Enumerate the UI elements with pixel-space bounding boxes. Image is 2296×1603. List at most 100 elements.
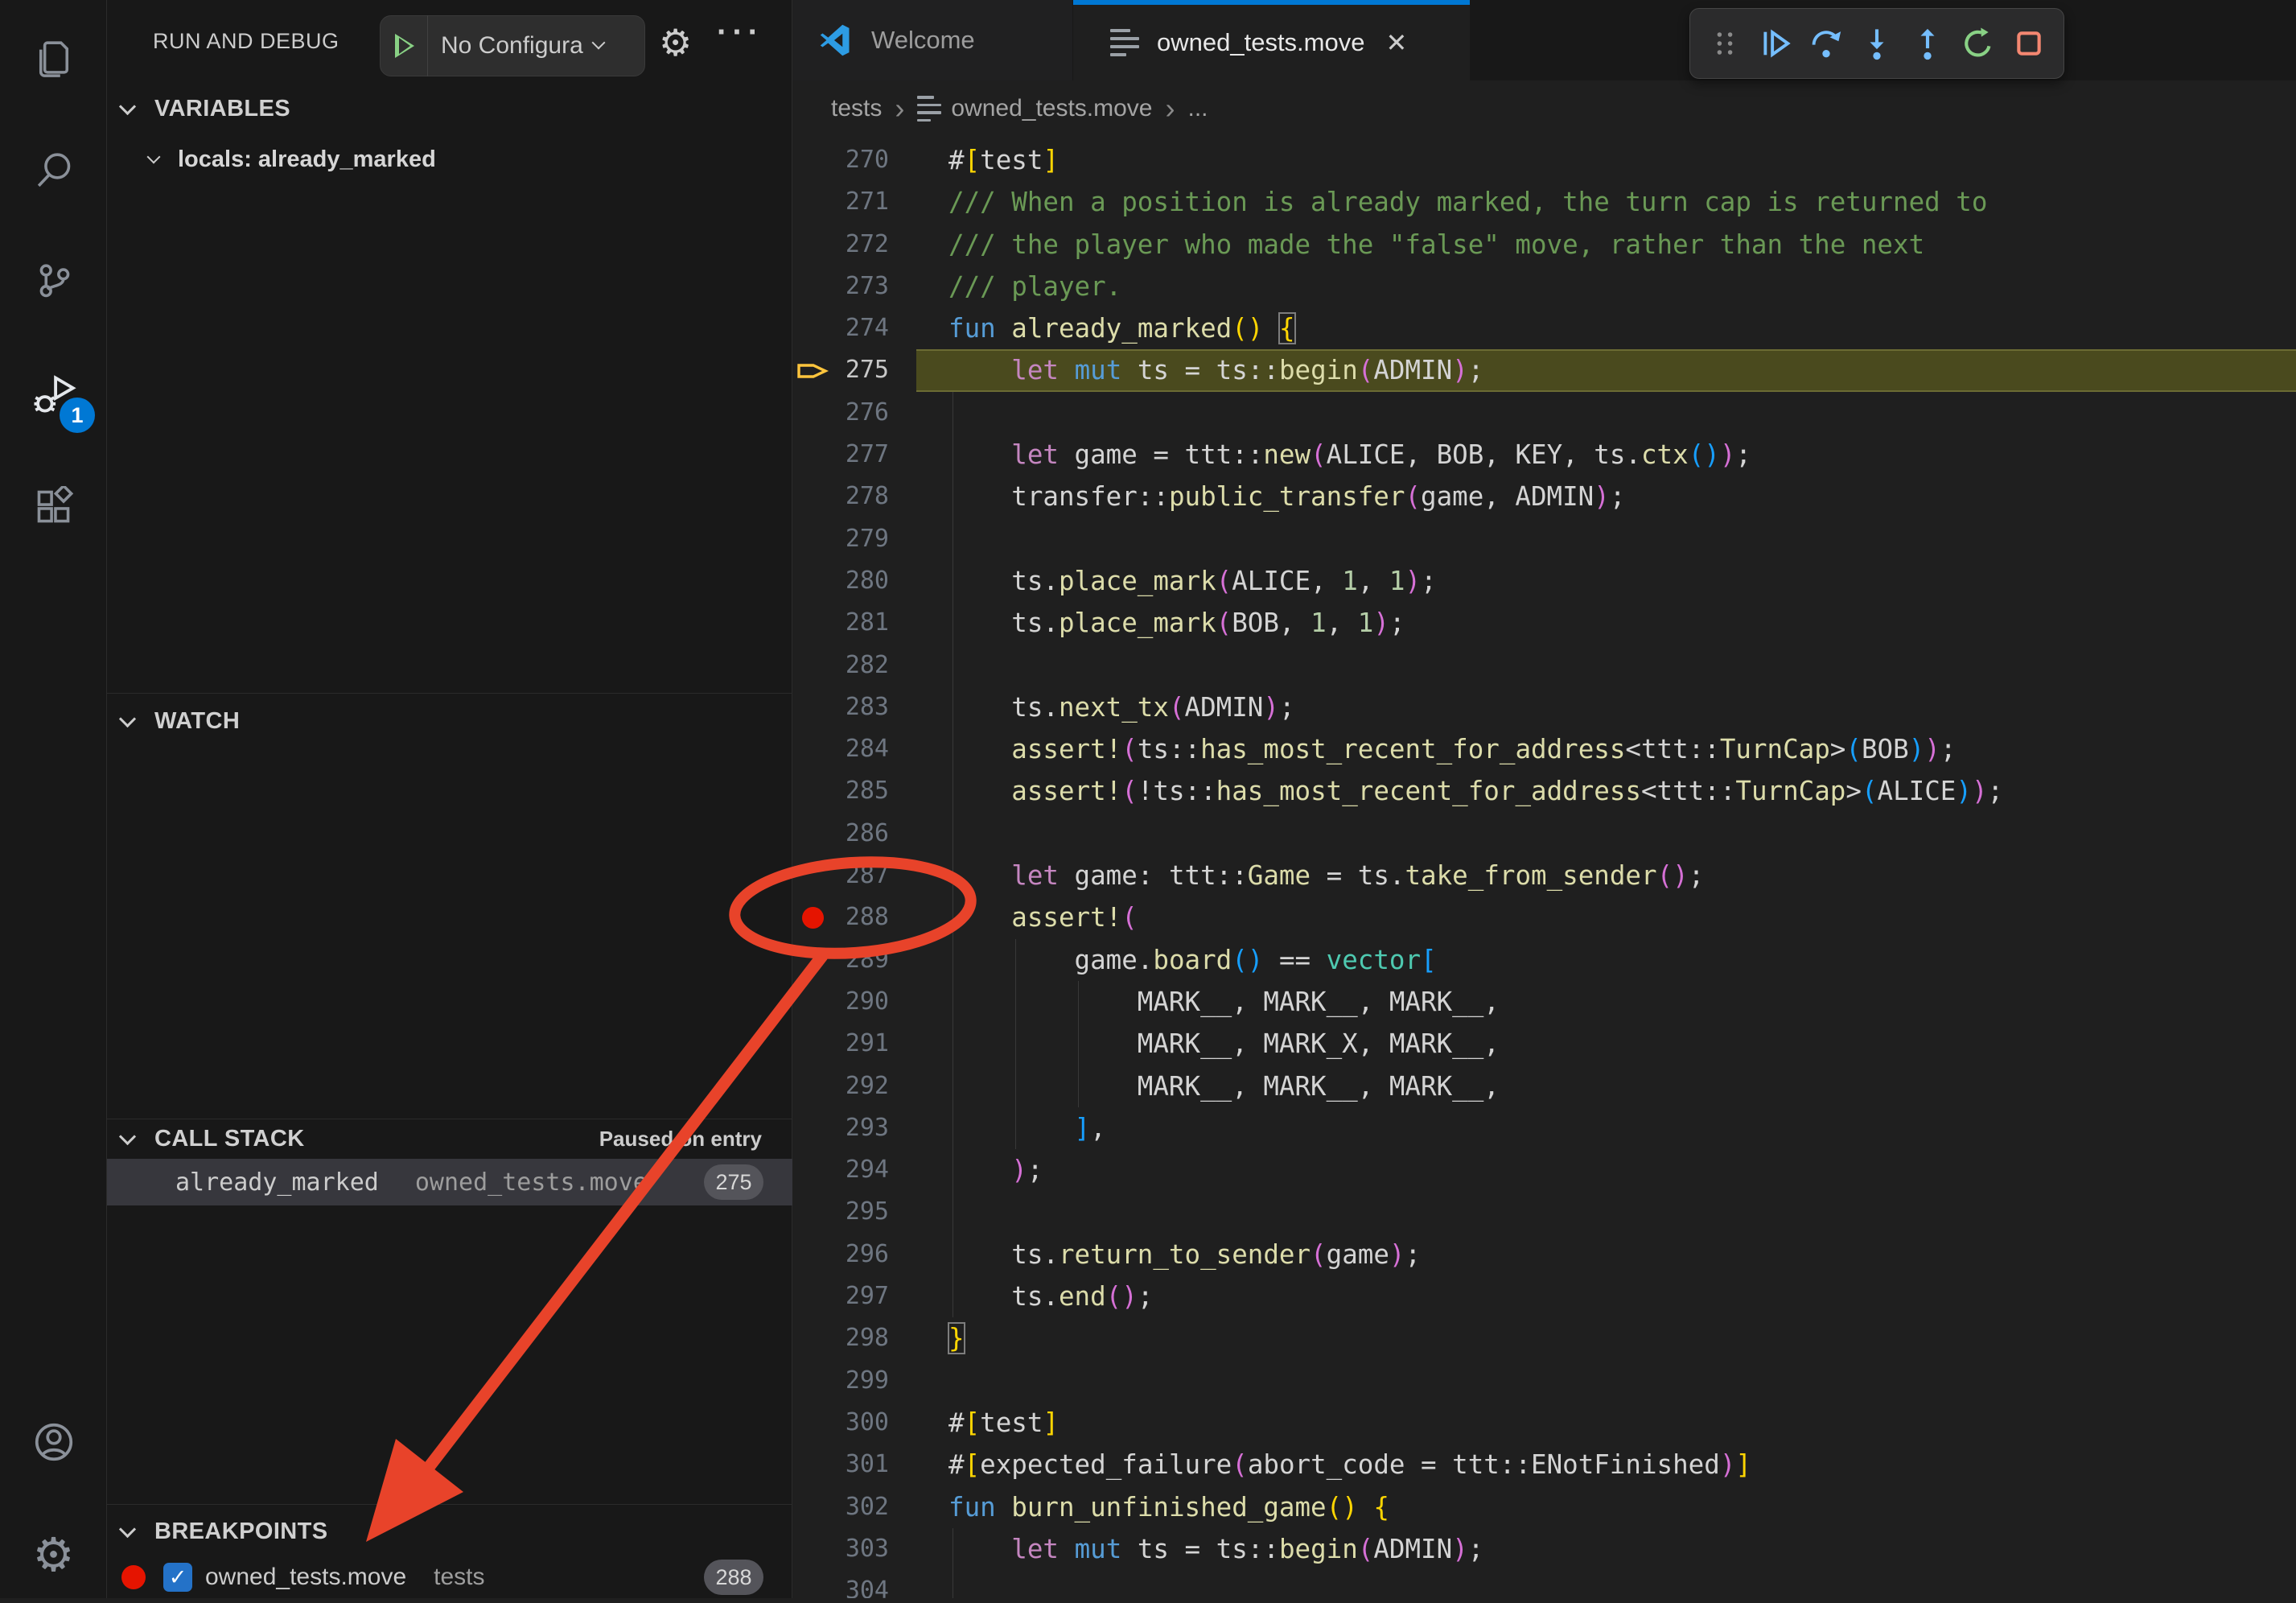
line-gutter[interactable]: 274	[792, 307, 916, 349]
search-icon[interactable]	[0, 122, 107, 219]
code-text[interactable]: }	[916, 1317, 2296, 1359]
line-gutter[interactable]: 302	[792, 1486, 916, 1528]
watch-section-header[interactable]: WATCH	[107, 699, 792, 743]
code-text[interactable]: ts.place_mark(BOB, 1, 1);	[916, 602, 2296, 644]
code-text[interactable]: assert!(	[916, 896, 2296, 938]
line-gutter[interactable]: 283	[792, 686, 916, 728]
breakpoint-list-item[interactable]: ✓ owned_tests.move tests 288	[107, 1556, 792, 1598]
line-gutter[interactable]: 284	[792, 728, 916, 770]
code-text[interactable]	[916, 1570, 2296, 1598]
line-gutter[interactable]: 303	[792, 1528, 916, 1570]
line-gutter[interactable]: 299	[792, 1360, 916, 1402]
line-gutter[interactable]: 279	[792, 518, 916, 560]
line-gutter[interactable]: 286	[792, 813, 916, 855]
more-actions-icon[interactable]: ···	[717, 14, 763, 51]
current-execution-line[interactable]: let mut ts = ts::begin(ADMIN);	[916, 349, 2296, 391]
restart-button[interactable]	[1956, 11, 2002, 76]
line-gutter[interactable]: 275	[792, 349, 916, 391]
code-text[interactable]: /// the player who made the "false" move…	[916, 224, 2296, 266]
line-gutter[interactable]: 280	[792, 560, 916, 602]
code-text[interactable]: ts.next_tx(ADMIN);	[916, 686, 2296, 728]
line-gutter[interactable]: 292	[792, 1065, 916, 1107]
settings-gear-icon[interactable]: ⚙	[0, 1506, 107, 1603]
locals-scope-row[interactable]: locals: already_marked	[107, 138, 792, 180]
breakpoint-checkbox[interactable]: ✓	[163, 1563, 192, 1592]
code-text[interactable]: let mut ts = ts::begin(ADMIN);	[916, 1528, 2296, 1570]
code-text[interactable]	[916, 1360, 2296, 1402]
close-icon[interactable]: ✕	[1385, 27, 1407, 58]
line-gutter[interactable]: 273	[792, 266, 916, 307]
line-gutter[interactable]: 271	[792, 181, 916, 223]
debug-settings-gear-icon[interactable]: ⚙	[659, 21, 692, 64]
code-text[interactable]: fun already_marked() {	[916, 307, 2296, 349]
continue-button[interactable]	[1752, 11, 1798, 76]
code-text[interactable]: ts.return_to_sender(game);	[916, 1234, 2296, 1275]
explorer-icon[interactable]	[0, 10, 107, 106]
line-gutter[interactable]: 296	[792, 1234, 916, 1275]
line-gutter[interactable]: 304	[792, 1570, 916, 1598]
line-gutter[interactable]: 287	[792, 855, 916, 896]
code-text[interactable]: transfer::public_transfer(game, ADMIN);	[916, 476, 2296, 517]
line-gutter[interactable]: 300	[792, 1402, 916, 1444]
line-gutter[interactable]: 290	[792, 981, 916, 1023]
line-gutter[interactable]: 276	[792, 392, 916, 434]
code-text[interactable]	[916, 813, 2296, 855]
code-text[interactable]	[916, 392, 2296, 434]
code-text[interactable]: assert!(!ts::has_most_recent_for_address…	[916, 770, 2296, 812]
account-icon[interactable]	[0, 1394, 107, 1490]
step-into-button[interactable]	[1854, 11, 1899, 76]
code-text[interactable]: #[test]	[916, 1402, 2296, 1444]
line-gutter[interactable]: 295	[792, 1191, 916, 1233]
breadcrumb-item-symbol[interactable]: ...	[1188, 95, 1208, 122]
code-text[interactable]: #[expected_failure(abort_code = ttt::ENo…	[916, 1444, 2296, 1486]
code-text[interactable]: MARK__, MARK__, MARK__,	[916, 1065, 2296, 1107]
code-text[interactable]	[916, 518, 2296, 560]
code-text[interactable]	[916, 1191, 2296, 1233]
line-gutter[interactable]: 293	[792, 1107, 916, 1149]
step-out-button[interactable]	[1905, 11, 1951, 76]
code-text[interactable]: /// player.	[916, 266, 2296, 307]
stop-button[interactable]	[2006, 11, 2052, 76]
line-gutter[interactable]: 288	[792, 896, 916, 938]
line-gutter[interactable]: 282	[792, 645, 916, 686]
line-gutter[interactable]: 298	[792, 1317, 916, 1359]
line-gutter[interactable]: 270	[792, 139, 916, 181]
run-and-debug-icon[interactable]: 1	[0, 348, 107, 444]
step-over-button[interactable]	[1803, 11, 1849, 76]
code-text[interactable]: MARK__, MARK__, MARK__,	[916, 981, 2296, 1023]
breadcrumb-item-tests[interactable]: tests	[831, 95, 882, 122]
line-gutter[interactable]: 294	[792, 1149, 916, 1191]
code-text[interactable]: let game = ttt::new(ALICE, BOB, KEY, ts.…	[916, 434, 2296, 476]
line-gutter[interactable]: 281	[792, 602, 916, 644]
code-text[interactable]: ts.end();	[916, 1275, 2296, 1317]
current-line-marker[interactable]	[792, 359, 833, 383]
code-text[interactable]: #[test]	[916, 139, 2296, 181]
tab-owned-tests-move[interactable]: owned_tests.move ✕	[1073, 0, 1470, 80]
breakpoint-gutter-dot[interactable]	[792, 907, 833, 929]
code-editor[interactable]: 270#[test]271/// When a position is alre…	[792, 137, 2296, 1598]
line-gutter[interactable]: 277	[792, 434, 916, 476]
line-gutter[interactable]: 272	[792, 224, 916, 266]
code-text[interactable]: assert!(ts::has_most_recent_for_address<…	[916, 728, 2296, 770]
tab-welcome[interactable]: Welcome	[792, 0, 1072, 80]
extensions-icon[interactable]	[0, 459, 107, 555]
code-text[interactable]: ts.place_mark(ALICE, 1, 1);	[916, 560, 2296, 602]
launch-configuration-picker[interactable]: No Configura	[380, 15, 645, 76]
code-text[interactable]: ],	[916, 1107, 2296, 1149]
code-text[interactable]: fun burn_unfinished_game() {	[916, 1486, 2296, 1528]
code-text[interactable]: game.board() == vector[	[916, 939, 2296, 981]
toolbar-drag-handle[interactable]	[1701, 11, 1747, 76]
code-text[interactable]: let game: ttt::Game = ts.take_from_sende…	[916, 855, 2296, 896]
start-debug-icon[interactable]	[395, 34, 414, 58]
variables-section-header[interactable]: VARIABLES	[107, 87, 792, 130]
call-stack-frame[interactable]: already_marked owned_tests.move 275	[107, 1159, 792, 1205]
breadcrumb-item-file[interactable]: owned_tests.move	[951, 95, 1152, 122]
line-gutter[interactable]: 301	[792, 1444, 916, 1486]
breakpoints-section-header[interactable]: BREAKPOINTS	[107, 1510, 792, 1553]
source-control-icon[interactable]	[0, 232, 107, 328]
line-gutter[interactable]: 285	[792, 770, 916, 812]
code-text[interactable]: /// When a position is already marked, t…	[916, 181, 2296, 223]
line-gutter[interactable]: 278	[792, 476, 916, 517]
line-gutter[interactable]: 289	[792, 939, 916, 981]
line-gutter[interactable]: 291	[792, 1023, 916, 1065]
